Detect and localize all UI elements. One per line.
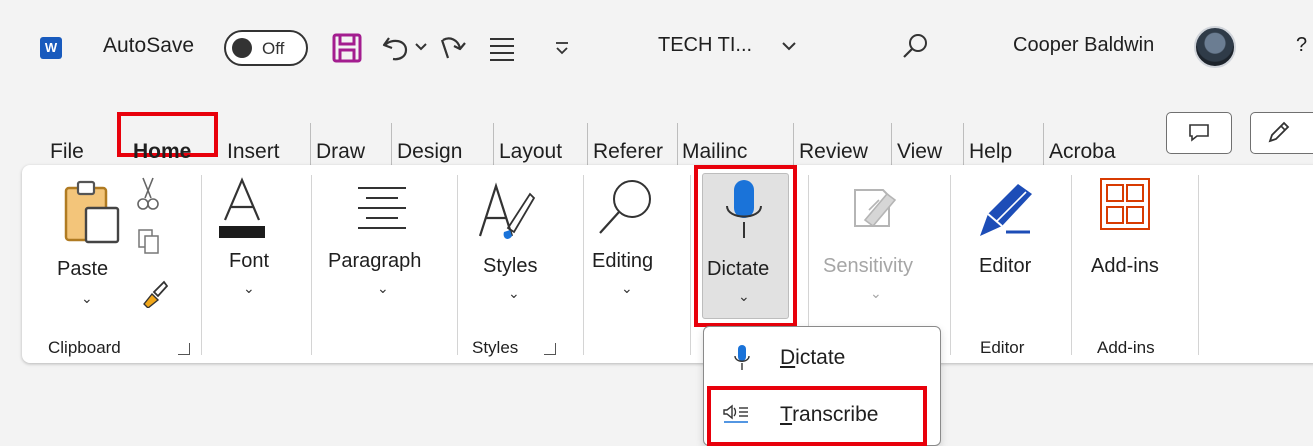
doc-title-chevron-icon[interactable] — [781, 40, 797, 52]
redo-icon[interactable] — [438, 32, 470, 64]
group-separator — [1071, 175, 1072, 355]
clipboard-group-label: Clipboard — [48, 338, 121, 357]
tab-layout[interactable]: Layout — [499, 140, 562, 164]
styles-icon[interactable] — [474, 180, 538, 246]
tab-file[interactable]: File — [50, 140, 84, 164]
tab-separator — [1043, 123, 1044, 167]
comment-icon — [1189, 124, 1209, 142]
dictate-chevron-icon[interactable]: ⌄ — [738, 288, 750, 305]
group-separator — [457, 175, 458, 355]
document-title[interactable]: TECH TI... — [658, 34, 752, 57]
user-name[interactable]: Cooper Baldwin — [1013, 34, 1154, 57]
align-lines-icon[interactable] — [486, 32, 518, 64]
tab-separator — [391, 123, 392, 167]
paste-chevron-icon[interactable]: ⌄ — [81, 290, 93, 307]
transcribe-menu-label: Transcribe — [780, 403, 879, 426]
group-separator — [950, 175, 951, 355]
avatar[interactable] — [1194, 26, 1236, 68]
group-separator — [583, 175, 584, 355]
paste-icon[interactable] — [62, 178, 122, 246]
tab-separator — [677, 123, 678, 167]
tab-insert[interactable]: Insert — [227, 140, 280, 164]
find-magnifier-icon[interactable] — [592, 175, 658, 245]
toggle-knob — [232, 38, 252, 58]
styles-chevron-icon[interactable]: ⌄ — [508, 285, 520, 302]
tab-separator — [891, 123, 892, 167]
tab-separator — [793, 123, 794, 167]
microphone-icon[interactable] — [719, 178, 769, 242]
addins-label[interactable]: Add-ins — [1091, 255, 1159, 278]
menu-item-transcribe[interactable]: Transcribe — [714, 393, 920, 439]
group-separator — [201, 175, 202, 355]
tab-view[interactable]: View — [897, 140, 942, 164]
tab-separator — [493, 123, 494, 167]
editor-label[interactable]: Editor — [979, 255, 1031, 278]
tab-help[interactable]: Help — [969, 140, 1012, 164]
tab-draw[interactable]: Draw — [316, 140, 365, 164]
undo-dropdown-chevron-icon[interactable] — [414, 42, 428, 52]
pencil-icon — [1268, 121, 1290, 143]
comments-button[interactable] — [1166, 112, 1232, 154]
group-separator — [1198, 175, 1199, 355]
sensitivity-chevron-icon: ⌄ — [870, 285, 882, 301]
sensitivity-label: Sensitivity — [823, 255, 914, 277]
editor-group-label: Editor — [980, 338, 1025, 357]
tab-references[interactable]: Referer — [593, 140, 663, 164]
autosave-state: Off — [262, 39, 285, 58]
tab-review[interactable]: Review — [799, 140, 868, 164]
copy-icon[interactable] — [137, 228, 161, 256]
paragraph-icon[interactable] — [354, 184, 410, 230]
help-glyph[interactable]: ? — [1296, 34, 1307, 57]
group-separator — [690, 175, 691, 355]
paragraph-label[interactable]: Paragraph — [328, 250, 421, 273]
autosave-toggle[interactable]: Off — [224, 30, 308, 66]
styles-launcher-icon[interactable] — [544, 343, 556, 355]
word-app-icon: W — [40, 37, 62, 59]
font-chevron-icon[interactable]: ⌄ — [243, 280, 255, 297]
clipboard-launcher-icon[interactable] — [178, 343, 190, 355]
tab-home[interactable]: Home — [133, 140, 191, 164]
transcribe-icon — [723, 404, 748, 423]
search-icon[interactable] — [899, 30, 931, 62]
editing-label[interactable]: Editing — [592, 250, 653, 273]
paragraph-chevron-icon[interactable]: ⌄ — [377, 280, 389, 297]
editing-mode-button[interactable] — [1250, 112, 1313, 154]
addins-group-label: Add-ins — [1097, 338, 1155, 357]
undo-icon[interactable] — [380, 32, 412, 64]
group-separator — [311, 175, 312, 355]
paste-label[interactable]: Paste — [57, 258, 108, 281]
autosave-label: AutoSave — [103, 34, 195, 57]
styles-label[interactable]: Styles — [483, 255, 537, 278]
customize-toolbar-icon[interactable] — [552, 38, 572, 58]
dictate-menu-label: Dictate — [780, 346, 846, 369]
tab-separator — [587, 123, 588, 167]
format-painter-icon[interactable] — [140, 278, 168, 308]
microphone-icon — [734, 345, 750, 370]
menu-item-dictate[interactable]: Dictate — [710, 336, 932, 380]
tab-acrobat[interactable]: Acroba — [1049, 140, 1116, 164]
editing-chevron-icon[interactable]: ⌄ — [621, 280, 633, 297]
title-bar: W AutoSave Off TECH TI... Cooper Baldwin… — [0, 0, 1313, 98]
font-icon[interactable] — [219, 176, 265, 240]
dictate-label[interactable]: Dictate — [707, 258, 769, 281]
tab-separator — [963, 123, 964, 167]
save-icon[interactable] — [331, 32, 363, 64]
editor-pen-icon[interactable] — [974, 180, 1036, 240]
tab-mailings[interactable]: Mailinc — [682, 140, 747, 164]
addins-grid-icon[interactable] — [1099, 177, 1151, 231]
styles-group-label: Styles — [472, 338, 519, 357]
cut-icon[interactable] — [137, 176, 159, 212]
font-label[interactable]: Font — [229, 250, 269, 273]
tab-design[interactable]: Design — [397, 140, 462, 164]
sensitivity-icon — [854, 189, 897, 228]
tab-separator — [310, 123, 311, 167]
